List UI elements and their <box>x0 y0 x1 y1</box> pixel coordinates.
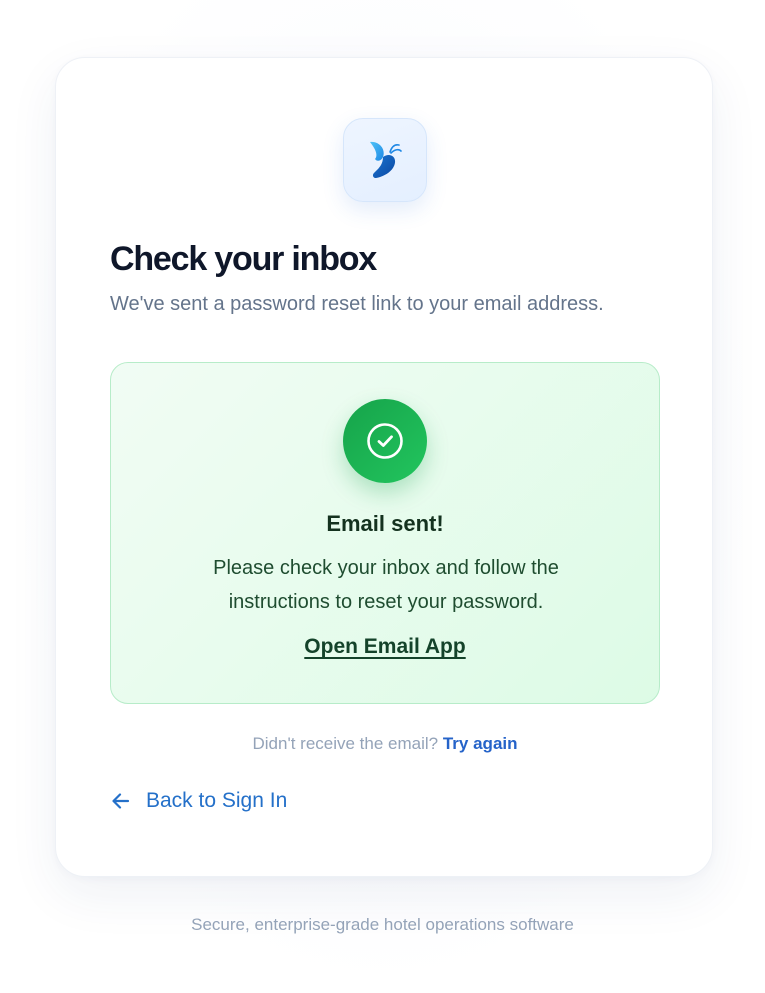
email-sent-panel: Email sent! Please check your inbox and … <box>110 362 660 704</box>
email-sent-title: Email sent! <box>326 511 444 536</box>
back-to-sign-in-label: Back to Sign In <box>146 789 288 812</box>
email-sent-message: Please check your inbox and follow the i… <box>213 557 559 613</box>
page-title: Check your inbox <box>110 240 377 278</box>
page-background: Check your inbox We've sent a password r… <box>0 0 765 993</box>
open-email-app-link[interactable]: Open Email App <box>111 635 659 659</box>
resend-prompt: Didn't receive the email? Try again <box>56 734 714 754</box>
back-to-sign-in-link[interactable]: Back to Sign In <box>110 789 287 813</box>
check-circle-icon <box>367 423 403 459</box>
arrow-left-icon <box>112 793 130 809</box>
reset-confirmation-card: Check your inbox We've sent a password r… <box>55 57 713 877</box>
resend-prompt-text: Didn't receive the email? <box>252 734 439 753</box>
try-again-link[interactable]: Try again <box>443 734 518 753</box>
footer-tagline: Secure, enterprise-grade hotel operation… <box>191 915 574 934</box>
success-badge <box>343 399 427 483</box>
brand-logo <box>343 118 427 202</box>
page-subtitle: We've sent a password reset link to your… <box>110 293 604 315</box>
butterfly-logo-icon <box>370 141 402 178</box>
